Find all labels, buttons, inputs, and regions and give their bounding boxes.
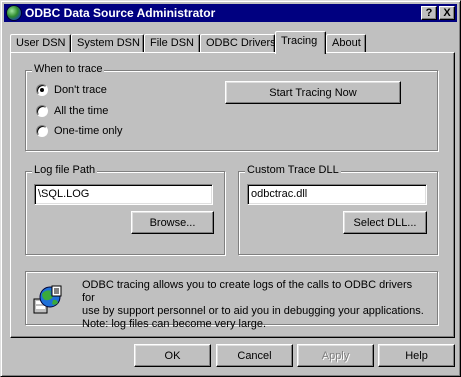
odbc-globe-icon bbox=[6, 5, 22, 21]
tab-odbc-drivers[interactable]: ODBC Drivers bbox=[200, 34, 276, 53]
odbc-globe-icon bbox=[33, 285, 62, 314]
tab-tracing[interactable]: Tracing bbox=[275, 31, 326, 54]
info-line: Note: log files can become very large. bbox=[82, 318, 267, 330]
title-bar: ODBC Data Source Administrator ? X bbox=[4, 4, 457, 22]
radio-dont-trace-label: Don't trace bbox=[54, 84, 107, 96]
log-file-path-input[interactable]: \SQL.LOG bbox=[34, 184, 213, 205]
radio-one-time-only[interactable]: One-time only bbox=[36, 125, 122, 137]
tab-about[interactable]: About bbox=[326, 34, 366, 53]
radio-one-time-only-label: One-time only bbox=[54, 125, 123, 137]
radio-dont-trace-dot[interactable] bbox=[36, 84, 48, 96]
window-title: ODBC Data Source Administrator bbox=[25, 6, 216, 20]
info-text: ODBC tracing allows you to create logs o… bbox=[82, 279, 427, 331]
info-line: use by support personnel or to aid you i… bbox=[82, 305, 424, 317]
radio-one-time-only-dot[interactable] bbox=[36, 125, 48, 137]
radio-all-the-time-dot[interactable] bbox=[36, 105, 48, 117]
radio-dont-trace[interactable]: Don't trace bbox=[36, 84, 107, 96]
trace-dll-label: Custom Trace DLL bbox=[245, 164, 341, 176]
radio-all-the-time[interactable]: All the time bbox=[36, 105, 108, 117]
tab-system-dsn[interactable]: System DSN bbox=[71, 34, 144, 53]
help-footer-button[interactable]: Help bbox=[378, 344, 455, 367]
dialog-window: ODBC Data Source Administrator ? X User … bbox=[0, 0, 461, 377]
select-dll-button[interactable]: Select DLL... bbox=[343, 211, 427, 234]
apply-button[interactable]: Apply bbox=[297, 344, 374, 367]
start-tracing-now-button[interactable]: Start Tracing Now bbox=[225, 81, 401, 104]
log-file-label: Log file Path bbox=[32, 164, 98, 176]
tab-file-dsn[interactable]: File DSN bbox=[144, 34, 200, 53]
info-line: ODBC tracing allows you to create logs o… bbox=[82, 279, 413, 304]
radio-all-the-time-label: All the time bbox=[54, 105, 109, 117]
cancel-button[interactable]: Cancel bbox=[216, 344, 293, 367]
close-button[interactable]: X bbox=[439, 6, 455, 20]
when-to-trace-label: When to trace bbox=[32, 63, 105, 75]
browse-button[interactable]: Browse... bbox=[131, 211, 214, 234]
ok-button[interactable]: OK bbox=[134, 344, 211, 367]
help-button[interactable]: ? bbox=[421, 6, 437, 20]
tab-user-dsn[interactable]: User DSN bbox=[10, 34, 71, 53]
trace-dll-input[interactable]: odbctrac.dll bbox=[247, 184, 427, 205]
